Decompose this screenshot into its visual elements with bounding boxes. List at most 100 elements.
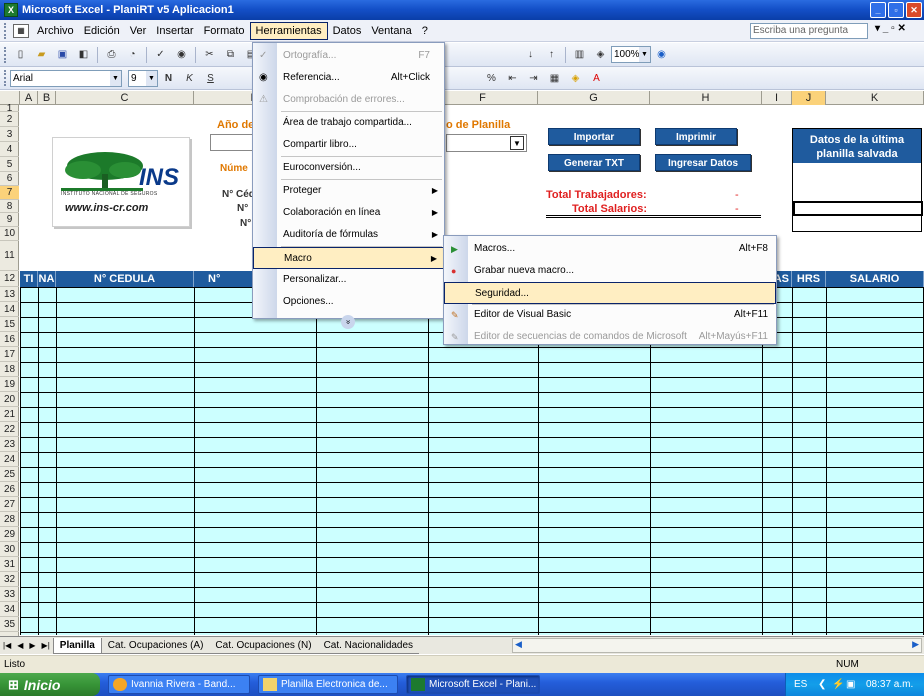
font-name-select[interactable]: Arial ▼ [10,69,122,87]
start-button[interactable]: ⊞ Inicio [0,673,100,696]
minimize-button[interactable]: _ [870,2,886,18]
restore-button[interactable]: ▫ [888,2,904,18]
herramientas-item-referencia[interactable]: ◉ Referencia... Alt+Click [253,67,444,89]
monitor-icon[interactable]: ▣ [846,673,855,696]
row-header[interactable]: 17 [0,347,19,362]
underline-icon[interactable]: S [202,70,219,87]
next-sheet-icon[interactable]: ▶ [29,641,35,650]
horizontal-scrollbar[interactable]: ◀ ▶ [512,638,922,653]
macro-item-grabar-nueva-macro[interactable]: ● Grabar nueva macro... [444,260,776,282]
save-icon[interactable]: ▣ [54,46,71,63]
tab-cat-nacionalidades[interactable]: Cat. Nacionalidades [317,638,420,654]
row-header[interactable]: 33 [0,587,19,602]
spelling-icon[interactable]: ✓ [152,46,169,63]
row-header[interactable]: 5 [0,157,19,172]
row-header[interactable]: 18 [0,362,19,377]
year-input[interactable] [210,134,254,151]
font-color-icon[interactable]: A [588,70,605,87]
row-header[interactable]: 23 [0,437,19,452]
borders-icon[interactable]: ▦ [546,70,563,87]
herramientas-item-proteger[interactable]: Proteger ▶ [253,180,444,202]
prev-sheet-icon[interactable]: ◀ [17,641,23,650]
row-header[interactable]: 11 [0,241,19,271]
expand-menu-icon[interactable]: » [341,315,355,329]
last-sheet-icon[interactable]: ▶| [42,641,50,650]
fill-color-icon[interactable]: ◈ [567,70,584,87]
herramientas-item-auditoría-de-fórmulas[interactable]: Auditoría de fórmulas ▶ [253,224,444,246]
column-header[interactable]: C [56,91,194,105]
menu-herramientas[interactable]: Herramientas [249,21,328,40]
herramientas-item-personalizar[interactable]: Personalizar... [253,269,444,291]
menu-ventana[interactable]: Ventana [366,22,416,40]
copy-icon[interactable]: ⧉ [222,46,239,63]
importar-button[interactable]: Importar [548,128,640,145]
scroll-right-icon[interactable]: ▶ [912,639,919,650]
row-header[interactable]: 3 [0,127,19,142]
row-header[interactable]: 4 [0,142,19,157]
row-header[interactable]: 25 [0,467,19,482]
increase-indent-icon[interactable]: ⇥ [525,70,542,87]
tray-arrow-icon[interactable]: ❮ [818,673,826,696]
herramientas-item-ortografía[interactable]: ✓ Ortografía... F7 [253,45,444,67]
tab-planilla[interactable]: Planilla [52,637,102,654]
zoom-select[interactable]: 100% ▼ [611,46,651,63]
tipo-planilla-select[interactable]: ▼ [446,134,527,152]
italic-icon[interactable]: K [181,70,198,87]
permission-icon[interactable]: ◧ [75,46,92,63]
percent-icon[interactable]: % [483,70,500,87]
row-header[interactable]: 32 [0,572,19,587]
row-header[interactable]: 8 [0,200,19,213]
generar-txt-button[interactable]: Generar TXT [548,154,640,171]
ask-question-input[interactable]: Escriba una pregunta [750,23,868,39]
column-header[interactable]: I [762,91,792,105]
row-header[interactable]: 27 [0,497,19,512]
window-controls-mini[interactable]: ▾ _ ▫ ✕ [875,23,906,34]
menu-archivo[interactable]: Archivo [32,22,79,40]
row-header[interactable]: 21 [0,407,19,422]
datos-selected-cell[interactable] [793,201,923,216]
row-header[interactable]: 2 [0,112,19,127]
close-button[interactable]: ✕ [906,2,922,18]
menu-grip[interactable] [4,22,7,39]
row-header[interactable]: 1 [0,104,19,114]
menu-formato[interactable]: Formato [199,22,250,40]
taskbar-item-excel[interactable]: Microsoft Excel - Plani... [406,675,540,694]
sort-descending-icon[interactable]: ↓ [522,46,539,63]
font-size-select[interactable]: 9 ▼ [128,69,158,87]
cut-icon[interactable]: ✂ [201,46,218,63]
row-header[interactable]: 13 [0,287,19,302]
row-header[interactable]: 34 [0,602,19,617]
herramientas-item-área-de-trabajo-compartida[interactable]: Área de trabajo compartida... [253,112,444,134]
column-header[interactable]: J [792,91,826,105]
open-icon[interactable]: ▰ [33,46,50,63]
scroll-left-icon[interactable]: ◀ [515,639,522,650]
column-header[interactable]: B [38,91,56,105]
print-icon[interactable]: ⎙ [103,46,120,63]
row-header[interactable]: 30 [0,542,19,557]
row-header[interactable]: 29 [0,527,19,542]
row-header[interactable]: 14 [0,302,19,317]
row-header[interactable]: 35 [0,617,19,632]
decrease-indent-icon[interactable]: ⇤ [504,70,521,87]
menu-help[interactable]: ? [417,22,433,40]
herramientas-item-comprobación-de-errores[interactable]: ⚠ Comprobación de errores... [253,89,444,111]
language-indicator[interactable]: ES [794,673,807,696]
bold-icon[interactable]: N [160,70,177,87]
herramientas-item-macro[interactable]: Macro ▶ [253,247,444,269]
column-header[interactable]: K [826,91,924,105]
row-header[interactable]: 28 [0,512,19,527]
drawing-icon[interactable]: ◈ [592,46,609,63]
row-header[interactable]: 7 [0,186,19,200]
document-icon[interactable]: ▦ [13,23,29,38]
menu-insertar[interactable]: Insertar [151,22,198,40]
column-header[interactable]: H [650,91,762,105]
toolbar-grip-2[interactable] [4,70,7,86]
row-header[interactable]: 19 [0,377,19,392]
print-preview-icon[interactable]: ◔ [124,46,141,63]
menu-ver[interactable]: Ver [125,22,152,40]
network-icon[interactable]: ⚡ [832,673,844,696]
row-header[interactable]: 10 [0,227,19,241]
row-header[interactable]: 12 [0,271,19,287]
chevron-down-icon[interactable]: ▼ [510,136,524,150]
herramientas-item-euroconversión[interactable]: Euroconversión... [253,157,444,179]
